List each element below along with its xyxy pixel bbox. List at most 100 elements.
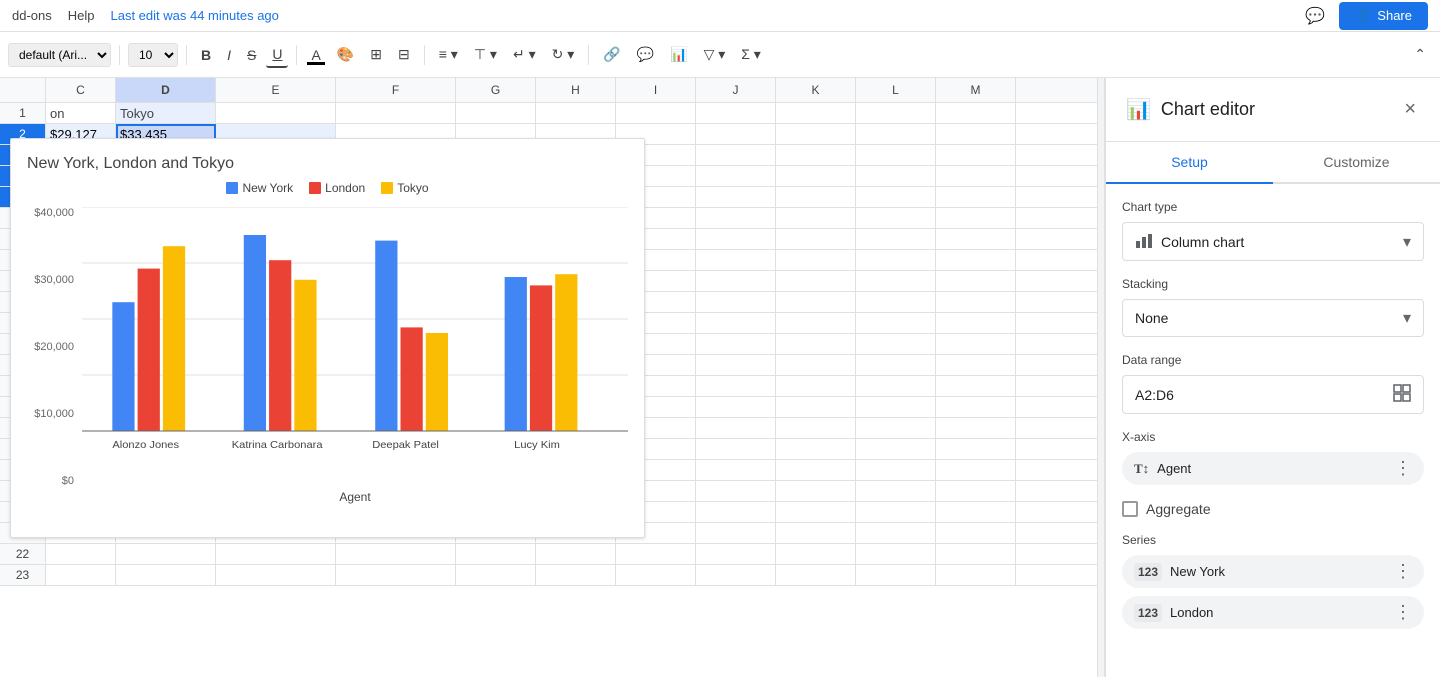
fill-color-button[interactable]: 🎨: [331, 42, 360, 67]
comment-button[interactable]: 💬: [631, 42, 660, 67]
series-chip-london[interactable]: 123 London ⋮: [1122, 596, 1424, 629]
grid-cell[interactable]: [116, 544, 216, 564]
grid-cell[interactable]: [856, 292, 936, 312]
series-ny-more-icon[interactable]: ⋮: [1394, 561, 1412, 582]
col-header-h[interactable]: H: [536, 78, 616, 102]
cell-l4[interactable]: [856, 166, 936, 186]
grid-cell[interactable]: [936, 271, 1016, 291]
grid-cell[interactable]: [776, 397, 856, 417]
col-header-l[interactable]: L: [856, 78, 936, 102]
grid-cell[interactable]: [936, 502, 1016, 522]
cell-m4[interactable]: [936, 166, 1016, 186]
grid-cell[interactable]: [776, 502, 856, 522]
col-header-c[interactable]: C: [46, 78, 116, 102]
cell-c1[interactable]: on: [46, 103, 116, 123]
grid-cell[interactable]: [776, 292, 856, 312]
collapse-button[interactable]: ⌃: [1408, 42, 1432, 67]
grid-cell[interactable]: [856, 418, 936, 438]
grid-cell[interactable]: [696, 229, 776, 249]
grid-cell[interactable]: [936, 334, 1016, 354]
grid-cell[interactable]: [696, 313, 776, 333]
grid-cell[interactable]: [936, 355, 1016, 375]
grid-cell[interactable]: [776, 523, 856, 543]
chat-icon[interactable]: 💬: [1299, 2, 1331, 30]
strikethrough-button[interactable]: S: [241, 43, 262, 67]
grid-cell[interactable]: [616, 544, 696, 564]
cell-l5[interactable]: [856, 187, 936, 207]
grid-cell[interactable]: [336, 565, 456, 585]
grid-cell[interactable]: [696, 439, 776, 459]
grid-cell[interactable]: [936, 313, 1016, 333]
col-header-f[interactable]: F: [336, 78, 456, 102]
grid-cell[interactable]: [856, 502, 936, 522]
close-panel-button[interactable]: ×: [1400, 94, 1420, 125]
menu-help[interactable]: Help: [68, 8, 95, 23]
wrap-button[interactable]: ↵ ▾: [507, 42, 542, 67]
grid-cell[interactable]: [856, 334, 936, 354]
merge-button[interactable]: ⊟: [392, 42, 416, 67]
grid-cell[interactable]: [696, 355, 776, 375]
grid-cell[interactable]: [936, 208, 1016, 228]
cell-k1[interactable]: [776, 103, 856, 123]
grid-cell[interactable]: [216, 544, 336, 564]
grid-cell[interactable]: [776, 334, 856, 354]
rotate-button[interactable]: ↻ ▾: [546, 42, 581, 67]
grid-cell[interactable]: [856, 355, 936, 375]
grid-cell[interactable]: [46, 565, 116, 585]
grid-cell[interactable]: [776, 208, 856, 228]
grid-cell[interactable]: [776, 544, 856, 564]
grid-cell[interactable]: [856, 376, 936, 396]
series-chip-new-york[interactable]: 123 New York ⋮: [1122, 555, 1424, 588]
series-london-more-icon[interactable]: ⋮: [1394, 602, 1412, 623]
grid-cell[interactable]: [696, 292, 776, 312]
cell-j5[interactable]: [696, 187, 776, 207]
grid-cell[interactable]: [856, 208, 936, 228]
grid-cell[interactable]: [456, 544, 536, 564]
underline-button[interactable]: U: [266, 42, 288, 68]
cell-m3[interactable]: [936, 145, 1016, 165]
grid-cell[interactable]: [776, 376, 856, 396]
chart-type-dropdown[interactable]: Column chart ▾: [1122, 222, 1424, 261]
cell-l3[interactable]: [856, 145, 936, 165]
grid-cell[interactable]: [776, 271, 856, 291]
grid-cell[interactable]: [936, 418, 1016, 438]
grid-cell[interactable]: [216, 565, 336, 585]
grid-cell[interactable]: [696, 250, 776, 270]
grid-cell[interactable]: [856, 544, 936, 564]
grid-cell[interactable]: [46, 544, 116, 564]
tab-customize[interactable]: Customize: [1273, 142, 1440, 184]
grid-cell[interactable]: [856, 565, 936, 585]
grid-cell[interactable]: [856, 481, 936, 501]
cell-k5[interactable]: [776, 187, 856, 207]
grid-cell[interactable]: [776, 229, 856, 249]
grid-cell[interactable]: [696, 208, 776, 228]
grid-cell[interactable]: [696, 418, 776, 438]
cell-m1[interactable]: [936, 103, 1016, 123]
grid-cell[interactable]: [936, 292, 1016, 312]
cell-k4[interactable]: [776, 166, 856, 186]
x-axis-chip[interactable]: T↕ Agent ⋮: [1122, 452, 1424, 485]
grid-cell[interactable]: [856, 271, 936, 291]
grid-cell[interactable]: [696, 397, 776, 417]
tab-setup[interactable]: Setup: [1106, 142, 1273, 184]
col-header-k[interactable]: K: [776, 78, 856, 102]
grid-cell[interactable]: [116, 565, 216, 585]
font-family-select[interactable]: default (Ari...: [8, 43, 111, 67]
cell-k3[interactable]: [776, 145, 856, 165]
cell-l1[interactable]: [856, 103, 936, 123]
grid-cell[interactable]: [776, 439, 856, 459]
grid-cell[interactable]: [696, 271, 776, 291]
grid-cell[interactable]: [776, 460, 856, 480]
col-header-j[interactable]: J: [696, 78, 776, 102]
function-button[interactable]: Σ ▾: [735, 42, 767, 67]
col-header-m[interactable]: M: [936, 78, 1016, 102]
grid-cell[interactable]: [936, 250, 1016, 270]
cell-f1[interactable]: [336, 103, 456, 123]
col-header-g[interactable]: G: [456, 78, 536, 102]
bold-button[interactable]: B: [195, 43, 217, 67]
x-axis-more-icon[interactable]: ⋮: [1394, 458, 1412, 479]
aggregate-checkbox[interactable]: [1122, 501, 1138, 517]
grid-cell[interactable]: [936, 229, 1016, 249]
stacking-dropdown[interactable]: None ▾: [1122, 299, 1424, 337]
grid-cell[interactable]: [776, 418, 856, 438]
